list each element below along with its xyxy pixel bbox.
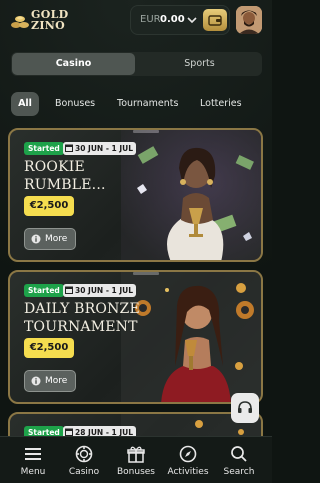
info-icon: [31, 376, 41, 386]
wallet-balance[interactable]: EUR 0.00: [130, 5, 230, 35]
tab-sports[interactable]: Sports: [138, 53, 261, 75]
nav-casino[interactable]: Casino: [57, 437, 111, 483]
filter-bonuses[interactable]: Bonuses: [55, 92, 95, 116]
card-title: DAILY BRONZE TOURNAMENT: [24, 300, 144, 336]
more-label: More: [45, 376, 68, 386]
casino-sports-toggle: Casino Sports: [11, 52, 262, 76]
date-range: 30 JUN - 1 JUL: [75, 144, 134, 153]
date-range: 30 JUN - 1 JUL: [75, 286, 134, 295]
more-label: More: [45, 234, 68, 244]
nav-label: Search: [223, 467, 255, 477]
filter-tabs: All Bonuses Tournaments Lotteries: [0, 92, 272, 116]
calendar-icon: [65, 286, 73, 294]
card-title-line-2: RUMBLE...: [24, 177, 106, 193]
coin-stack-logo-icon: [11, 16, 29, 28]
card-title-line-1: ROOKIE: [24, 159, 85, 175]
filter-tournaments[interactable]: Tournaments: [117, 92, 178, 116]
status-badge: Started: [24, 284, 64, 297]
header: GOLD ZINO EUR 0.00: [0, 0, 272, 44]
bottom-nav: Menu Casino Bonuses Activities Search: [0, 436, 272, 483]
deposit-button[interactable]: [203, 9, 227, 31]
chevron-down-icon[interactable]: [186, 15, 198, 25]
info-icon: [31, 234, 41, 244]
nav-menu[interactable]: Menu: [6, 437, 60, 483]
nav-label: Activities: [167, 467, 209, 477]
gift-icon: [127, 446, 145, 463]
calendar-icon: [65, 144, 73, 152]
more-button[interactable]: More: [24, 228, 76, 250]
headset-icon: [238, 401, 252, 413]
menu-icon: [25, 448, 41, 460]
wallet-currency: EUR: [140, 14, 161, 25]
calendar-icon: [65, 428, 73, 436]
nav-bonuses[interactable]: Bonuses: [109, 437, 163, 483]
nav-search[interactable]: Search: [212, 437, 266, 483]
wallet-amount: 0.00: [160, 14, 185, 25]
nav-activities[interactable]: Activities: [161, 437, 215, 483]
status-badge: Started: [24, 142, 64, 155]
app-root: GOLD ZINO EUR 0.00 Casino Sports All Bon…: [0, 0, 272, 483]
promo-artwork: [121, 272, 261, 402]
tournament-card[interactable]: Started 30 JUN - 1 JUL ROOKIE RUMBLE... …: [8, 128, 263, 262]
logo-text: GOLD ZINO: [31, 9, 68, 31]
nav-label: Casino: [68, 467, 100, 477]
search-icon: [231, 446, 247, 462]
card-title: ROOKIE RUMBLE...: [24, 158, 134, 194]
prize-badge: €2,500: [24, 196, 74, 216]
filter-lotteries[interactable]: Lotteries: [200, 92, 242, 116]
avatar[interactable]: [236, 6, 262, 34]
card-title-line-2: TOURNAMENT: [24, 319, 138, 335]
promo-artwork: [121, 130, 261, 260]
date-badge: 30 JUN - 1 JUL: [63, 284, 137, 297]
compass-icon: [179, 445, 197, 463]
filter-all[interactable]: All: [11, 92, 39, 116]
date-badge: 30 JUN - 1 JUL: [63, 142, 137, 155]
logo[interactable]: GOLD ZINO: [10, 8, 74, 34]
wallet-icon: [208, 15, 222, 26]
user-avatar-icon: [236, 6, 262, 34]
nav-label: Menu: [20, 467, 46, 477]
tournament-card[interactable]: Started 30 JUN - 1 JUL DAILY BRONZE TOUR…: [8, 270, 263, 404]
nav-label: Bonuses: [116, 467, 155, 477]
support-button[interactable]: [231, 393, 259, 423]
logo-line-2: ZINO: [31, 19, 66, 32]
more-button[interactable]: More: [24, 370, 76, 392]
tab-casino[interactable]: Casino: [12, 53, 135, 75]
casino-chip-icon: [75, 445, 93, 463]
card-title-line-1: DAILY BRONZE: [24, 301, 140, 317]
prize-badge: €2,500: [24, 338, 74, 358]
